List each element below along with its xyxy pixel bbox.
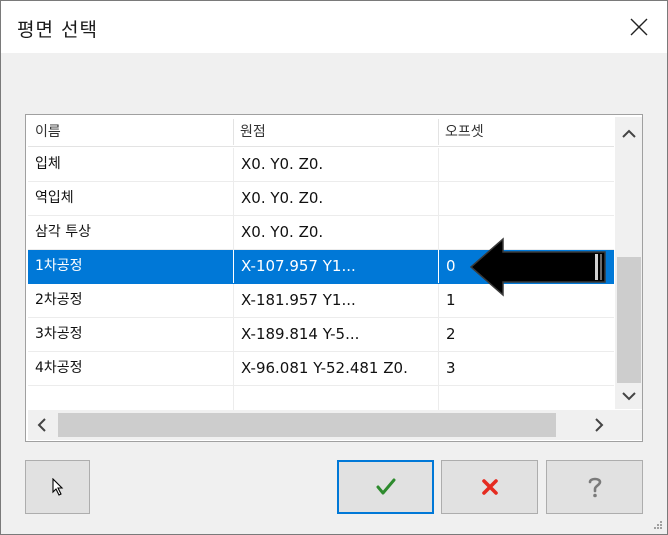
row-origin: X-181.957 Y1... (233, 284, 438, 317)
ok-button[interactable] (337, 460, 434, 514)
row-offset (438, 182, 614, 215)
chevron-right-icon (595, 418, 604, 432)
table-row[interactable]: 역입체 X0. Y0. Z0. (28, 182, 614, 216)
chevron-left-icon (37, 418, 46, 432)
scroll-left-button[interactable] (28, 410, 56, 440)
table-row-empty (28, 386, 614, 413)
row-offset: 2 (438, 318, 614, 351)
cursor-arrow-icon (51, 478, 63, 496)
grid-header: 이름 원점 오프셋 (28, 117, 614, 147)
row-offset (438, 148, 614, 181)
row-origin: X0. Y0. Z0. (233, 182, 438, 215)
vertical-scrollbar[interactable] (615, 117, 642, 409)
close-button[interactable] (617, 7, 661, 47)
row-origin: X-189.814 Y-5... (233, 318, 438, 351)
row-name: 삼각 투상 (35, 224, 91, 240)
chevron-down-icon (621, 392, 636, 401)
row-name: 3차공정 (35, 326, 83, 342)
pick-plane-button[interactable] (25, 460, 90, 514)
scrollbar-corner (615, 410, 642, 440)
row-name: 역입체 (35, 190, 74, 206)
row-name: 4차공정 (35, 360, 83, 376)
row-origin: X0. Y0. Z0. (233, 216, 438, 249)
row-name: 입체 (35, 156, 61, 172)
table-row[interactable]: 입체 X0. Y0. Z0. (28, 148, 614, 182)
row-origin: X-96.081 Y-52.481 Z0. (233, 352, 438, 385)
row-name: 1차공정 (35, 258, 83, 274)
close-icon (630, 18, 648, 36)
row-origin: X0. Y0. Z0. (233, 148, 438, 181)
question-mark-icon (588, 477, 601, 498)
row-origin: X-107.957 Y1... (233, 250, 438, 283)
column-header-name[interactable]: 이름 (28, 117, 233, 147)
cancel-button[interactable] (441, 460, 538, 514)
help-button[interactable] (546, 460, 643, 514)
vertical-scroll-thumb[interactable] (617, 257, 641, 383)
chevron-up-icon (621, 129, 636, 138)
column-header-origin[interactable]: 원점 (233, 117, 438, 147)
title-bar: 평면 선택 (1, 1, 667, 53)
x-mark-icon (481, 479, 498, 495)
scroll-right-button[interactable] (583, 410, 615, 440)
scroll-up-button[interactable] (615, 117, 642, 151)
column-header-offset[interactable]: 오프셋 (438, 117, 614, 147)
horizontal-scrollbar[interactable] (28, 410, 615, 440)
horizontal-scroll-thumb[interactable] (58, 413, 556, 437)
scroll-down-button[interactable] (615, 383, 642, 409)
window-title: 평면 선택 (17, 19, 98, 41)
checkmark-icon (376, 478, 395, 495)
row-offset: 3 (438, 352, 614, 385)
row-name: 2차공정 (35, 292, 83, 308)
resize-grip-icon[interactable] (653, 520, 663, 530)
pointing-arrow-icon (469, 237, 606, 297)
table-row[interactable]: 4차공정 X-96.081 Y-52.481 Z0. 3 (28, 352, 614, 386)
table-row[interactable]: 3차공정 X-189.814 Y-5... 2 (28, 318, 614, 352)
plane-select-dialog: 평면 선택 이름 원점 오프셋 입체 X0. Y0. Z0. 역입체 X0. Y… (0, 0, 668, 535)
